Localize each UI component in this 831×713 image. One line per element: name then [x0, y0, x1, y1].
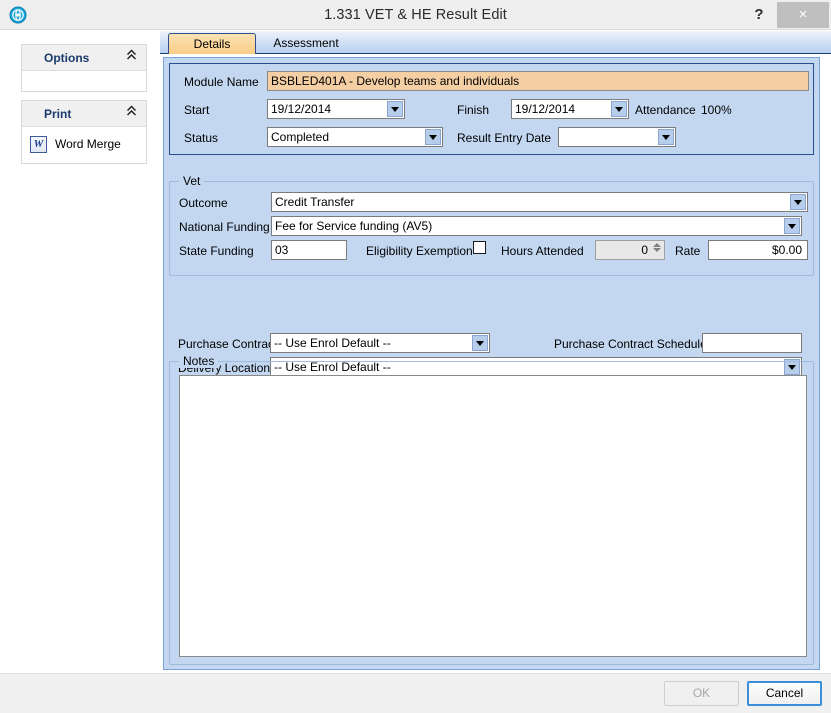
panel-title-options: Options [44, 45, 89, 71]
sidebar-panel-print: Print W Word Merge [21, 100, 147, 164]
eligibility-exemption-checkbox[interactable] [473, 241, 486, 254]
tab-assessment[interactable]: Assessment [258, 33, 354, 54]
start-date-picker[interactable]: 19/12/2014 [267, 99, 405, 119]
sidebar-item-word-merge[interactable]: W Word Merge [30, 133, 121, 155]
chevron-down-icon[interactable] [387, 101, 403, 117]
help-icon[interactable]: ? [743, 0, 775, 30]
cancel-button[interactable]: Cancel [747, 681, 822, 706]
outcome-dropdown[interactable]: Credit Transfer [271, 192, 808, 212]
start-label: Start [184, 103, 209, 117]
outcome-value: Credit Transfer [275, 193, 787, 211]
eligibility-exemption-label: Eligibility Exemption [366, 244, 473, 258]
window-title: 1.331 VET & HE Result Edit [0, 0, 831, 30]
tab-strip: Details Assessment [160, 31, 831, 54]
chevron-down-icon[interactable] [658, 129, 674, 145]
ok-button[interactable]: OK [664, 681, 739, 706]
notes-group-box: Notes [169, 361, 814, 665]
start-date-value: 19/12/2014 [271, 100, 384, 118]
module-name-field[interactable]: BSBLED401A - Develop teams and individua… [267, 71, 809, 91]
purchase-contract-schedule-field[interactable] [702, 333, 802, 353]
hours-attended-stepper[interactable]: 0 [595, 240, 665, 260]
national-funding-value: Fee for Service funding (AV5) [275, 217, 781, 235]
word-document-icon: W [30, 136, 47, 153]
header-fields-group: Module Name BSBLED401A - Develop teams a… [169, 63, 814, 155]
state-funding-label: State Funding [179, 244, 254, 258]
hours-attended-label: Hours Attended [501, 244, 584, 258]
chevron-down-icon[interactable] [784, 218, 800, 234]
status-dropdown[interactable]: Completed [267, 127, 443, 147]
purchase-contract-schedule-label: Purchase Contract Schedule [554, 337, 707, 351]
attendance-value: 100% [701, 103, 732, 117]
purchase-contract-value: -- Use Enrol Default -- [274, 334, 469, 352]
hours-attended-value: 0 [598, 241, 648, 259]
panel-body-options [22, 71, 146, 91]
finish-date-picker[interactable]: 19/12/2014 [511, 99, 629, 119]
panel-body-print: W Word Merge [22, 127, 146, 163]
status-value: Completed [271, 128, 422, 146]
status-label: Status [184, 131, 218, 145]
module-name-label: Module Name [184, 75, 259, 89]
panel-header-print[interactable]: Print [22, 101, 146, 127]
chevron-up-icon[interactable] [126, 45, 137, 71]
application-window: 1.331 VET & HE Result Edit ? × Options P… [0, 0, 831, 713]
form-area: Module Name BSBLED401A - Develop teams a… [160, 54, 831, 673]
tab-details[interactable]: Details [168, 33, 256, 54]
chevron-down-icon[interactable] [611, 101, 627, 117]
chevron-down-icon[interactable] [472, 335, 488, 351]
panel-title-print: Print [44, 101, 71, 127]
finish-date-value: 19/12/2014 [515, 100, 608, 118]
chevron-up-icon[interactable] [126, 101, 137, 127]
sidebar-item-label: Word Merge [55, 137, 121, 151]
chevron-down-icon[interactable] [790, 194, 806, 210]
purchase-contract-label: Purchase Contract [178, 337, 277, 351]
footer-bar: OK Cancel [0, 673, 831, 713]
state-funding-field[interactable]: 03 [271, 240, 347, 260]
result-entry-date-picker[interactable] [558, 127, 676, 147]
notes-textarea[interactable] [179, 375, 807, 657]
national-funding-label: National Funding [179, 220, 270, 234]
chevron-down-icon[interactable] [425, 129, 441, 145]
details-panel: Module Name BSBLED401A - Develop teams a… [163, 57, 820, 670]
title-bar: 1.331 VET & HE Result Edit ? × [0, 0, 831, 30]
vet-group-legend: Vet [179, 174, 204, 188]
attendance-label: Attendance [635, 103, 696, 117]
sidebar-panel-options: Options [21, 44, 147, 92]
vet-group: Vet Outcome Credit Transfer National Fun… [169, 181, 814, 276]
outcome-label: Outcome [179, 196, 228, 210]
sidebar: Options Print [0, 30, 160, 673]
close-icon[interactable]: × [777, 2, 829, 28]
result-entry-date-label: Result Entry Date [457, 131, 551, 145]
national-funding-dropdown[interactable]: Fee for Service funding (AV5) [271, 216, 802, 236]
rate-label: Rate [675, 244, 700, 258]
stepper-arrows-icon[interactable] [652, 242, 662, 258]
result-entry-date-value [562, 128, 655, 146]
purchase-contract-dropdown[interactable]: -- Use Enrol Default -- [270, 333, 490, 353]
finish-label: Finish [457, 103, 489, 117]
notes-group-legend: Notes [179, 354, 218, 368]
panel-header-options[interactable]: Options [22, 45, 146, 71]
rate-field[interactable]: $0.00 [708, 240, 808, 260]
